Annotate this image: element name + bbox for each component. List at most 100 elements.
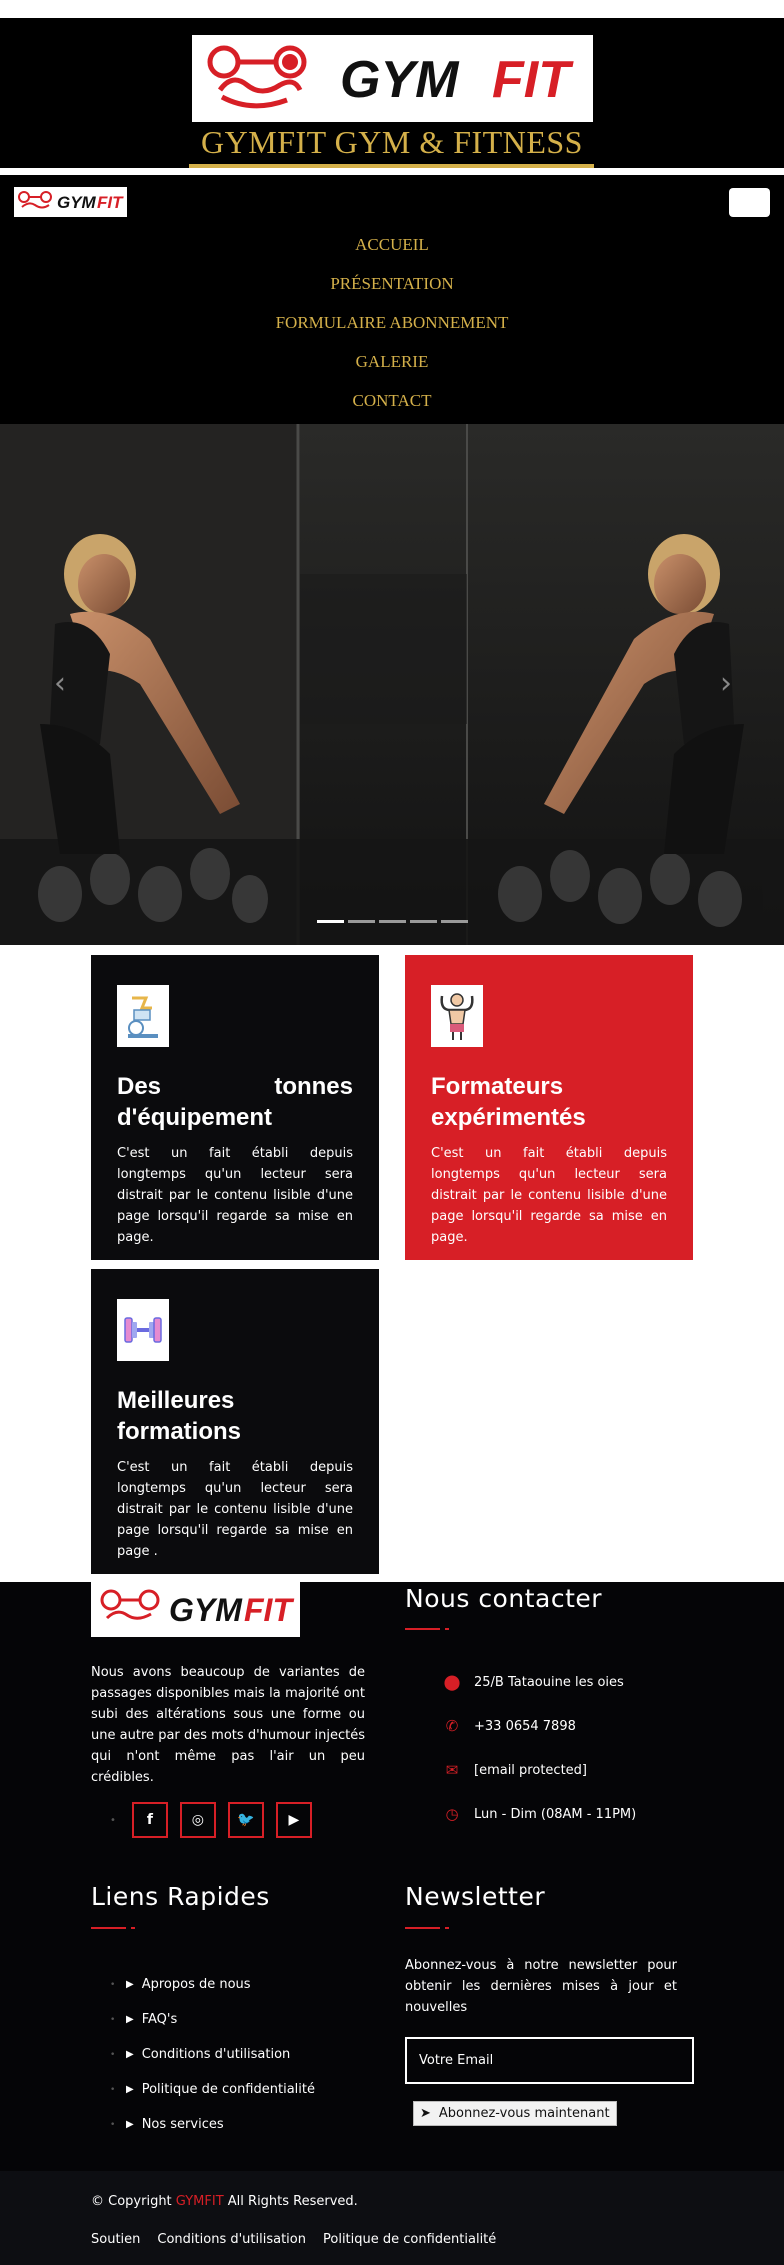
gymfit-footer-logo-icon: GYM FIT: [100, 1589, 294, 1628]
feature-title: Formateurs expérimentés: [431, 1073, 586, 1131]
contact-address-text: 25/B Tataouine les oies: [474, 1674, 624, 1690]
copyright-suffix: All Rights Reserved.: [227, 2194, 358, 2209]
carousel-next-icon[interactable]: ›: [706, 664, 746, 704]
footer-about-text: Nous avons beaucoup de variantes de pass…: [91, 1665, 365, 1785]
footer-logo-text-fit: FIT: [244, 1592, 294, 1628]
feature-card-trainers: Formateurs expérimentés C'est un fait ét…: [405, 955, 693, 1260]
nav-logo-text-gym: GYM: [57, 193, 97, 212]
feature-title: Meilleures formations: [117, 1387, 242, 1445]
feature-text: C'est un fait établi depuis longtemps qu…: [431, 1146, 667, 1245]
newsletter-text: Abonnez-vous à notre newsletter pour obt…: [405, 1958, 677, 2015]
link-faq[interactable]: FAQ's: [142, 2012, 178, 2027]
list-item: • ▶ Politique de confidentialité: [110, 2072, 315, 2107]
gymfit-small-logo-icon: GYM FIT: [18, 191, 124, 212]
gymfit-logo-icon: GYM FIT: [207, 45, 574, 109]
nav-link-formulaire-abonnement[interactable]: FORMULAIRE ABONNEMENT: [0, 303, 784, 342]
phone-icon: ✆: [445, 1717, 459, 1735]
quick-links-heading: Liens Rapides: [91, 1882, 270, 1911]
clock-icon: ◷: [445, 1805, 459, 1823]
header-logo[interactable]: GYM FIT: [192, 35, 593, 122]
contact-list: ⬤ 25/B Tataouine les oies ✆ +33 0654 789…: [440, 1660, 637, 1836]
exercise-bike-icon: [117, 985, 169, 1047]
navbar-logo[interactable]: GYM FIT: [14, 187, 127, 217]
caret-right-icon: ▶: [126, 2119, 134, 2130]
feature-card-training: Meilleures formations C'est un fait étab…: [91, 1269, 379, 1574]
carousel-indicator[interactable]: [317, 920, 344, 923]
site-footer: GYM FIT Nous avons beaucoup de variantes…: [0, 1582, 784, 2171]
link-services[interactable]: Nos services: [142, 2117, 224, 2132]
list-bullet: •: [110, 2119, 116, 2130]
list-bullet: •: [110, 2084, 116, 2095]
main-navbar: GYM FIT ACCUEIL PRÉSENTATION FORMULAIRE …: [0, 175, 784, 424]
nav-logo-text-fit: FIT: [97, 193, 124, 212]
contact-heading: Nous contacter: [405, 1584, 603, 1613]
copyright-brand[interactable]: GYMFIT: [176, 2194, 224, 2209]
bottom-link-conditions[interactable]: Conditions d'utilisation: [157, 2232, 306, 2247]
newsletter-email-input[interactable]: [405, 2037, 694, 2084]
facebook-icon[interactable]: f: [131, 1802, 168, 1838]
nav-link-accueil[interactable]: ACCUEIL: [0, 225, 784, 264]
instagram-icon[interactable]: ◎: [179, 1802, 216, 1838]
paper-plane-icon: ➤: [420, 2106, 431, 2121]
caret-right-icon: ▶: [126, 1979, 134, 1990]
nav-menu: ACCUEIL PRÉSENTATION FORMULAIRE ABONNEME…: [0, 225, 784, 420]
site-header: GYM FIT GYMFIT GYM & FITNESS: [0, 18, 784, 168]
feature-text: C'est un fait établi depuis longtemps qu…: [117, 1146, 353, 1245]
subscribe-button-label: Abonnez-vous maintenant: [438, 2106, 610, 2121]
bottom-links: Soutien Conditions d'utilisation Politiq…: [91, 2232, 496, 2247]
header-divider: [0, 168, 784, 175]
link-conditions[interactable]: Conditions d'utilisation: [142, 2047, 291, 2062]
logo-text-gym: GYM: [340, 51, 460, 109]
carousel-indicator[interactable]: [410, 920, 437, 923]
contact-email: ✉ [email protected]: [440, 1748, 636, 1792]
caret-right-icon: ▶: [126, 2014, 134, 2025]
contact-phone: ✆ +33 0654 7898: [440, 1704, 636, 1748]
contact-hours-text: Lun - Dim (08AM - 11PM): [474, 1806, 637, 1822]
link-politique[interactable]: Politique de confidentialité: [142, 2082, 315, 2097]
hero-carousel: ‹ ›: [0, 424, 784, 945]
envelope-icon: ✉: [445, 1761, 459, 1779]
caret-right-icon: ▶: [126, 2049, 134, 2060]
list-bullet: •: [110, 1814, 116, 1826]
contact-email-text[interactable]: [email protected]: [474, 1763, 587, 1778]
navbar-toggle-button[interactable]: [729, 188, 770, 217]
feature-title: Des tonnes d'équipement: [117, 1073, 353, 1131]
logo-text-fit: FIT: [492, 51, 574, 109]
youtube-icon[interactable]: ▶: [275, 1802, 312, 1838]
list-item: • ▶ Apropos de nous: [110, 1967, 315, 2002]
heading-rule: [91, 1927, 135, 1929]
carousel-indicator[interactable]: [379, 920, 406, 923]
bodybuilder-icon: [431, 985, 483, 1047]
list-item: • ▶ FAQ's: [110, 2002, 315, 2037]
map-pin-icon: ⬤: [443, 1673, 461, 1691]
carousel-prev-icon[interactable]: ‹: [40, 664, 80, 704]
bottom-bar: © Copyright GYMFIT All Rights Reserved. …: [0, 2171, 784, 2265]
nav-link-contact[interactable]: CONTACT: [0, 381, 784, 420]
subscribe-button[interactable]: ➤ Abonnez-vous maintenant: [413, 2101, 617, 2126]
bottom-link-politique[interactable]: Politique de confidentialité: [323, 2232, 496, 2247]
list-item: • ▶ Conditions d'utilisation: [110, 2037, 315, 2072]
caret-right-icon: ▶: [126, 2084, 134, 2095]
quick-links-list: • ▶ Apropos de nous • ▶ FAQ's • ▶ Conditions d…: [110, 1967, 315, 2142]
contact-hours: ◷ Lun - Dim (08AM - 11PM): [440, 1792, 636, 1836]
carousel-indicator[interactable]: [348, 920, 375, 923]
carousel-indicators: [317, 920, 468, 923]
newsletter-heading: Newsletter: [405, 1882, 546, 1911]
feature-card-equipment: Des tonnes d'équipement C'est un fait ét…: [91, 955, 379, 1260]
contact-phone-text[interactable]: +33 0654 7898: [474, 1719, 576, 1734]
footer-logo[interactable]: GYM FIT: [91, 1582, 300, 1637]
bottom-link-soutien[interactable]: Soutien: [91, 2232, 140, 2247]
link-apropos[interactable]: Apropos de nous: [142, 1977, 251, 1992]
list-bullet: •: [110, 2014, 116, 2025]
site-title: GYMFIT GYM & FITNESS: [201, 124, 583, 160]
twitter-icon[interactable]: 🐦: [227, 1802, 264, 1838]
footer-logo-text-gym: GYM: [169, 1592, 243, 1628]
social-links: • f ◎ 🐦 ▶: [110, 1802, 312, 1838]
nav-link-presentation[interactable]: PRÉSENTATION: [0, 264, 784, 303]
list-bullet: •: [110, 1979, 116, 1990]
dumbbell-icon: [117, 1299, 169, 1361]
nav-link-galerie[interactable]: GALERIE: [0, 342, 784, 381]
hero-gym-photo: [0, 424, 784, 945]
list-item: • ▶ Nos services: [110, 2107, 315, 2142]
carousel-indicator[interactable]: [441, 920, 468, 923]
